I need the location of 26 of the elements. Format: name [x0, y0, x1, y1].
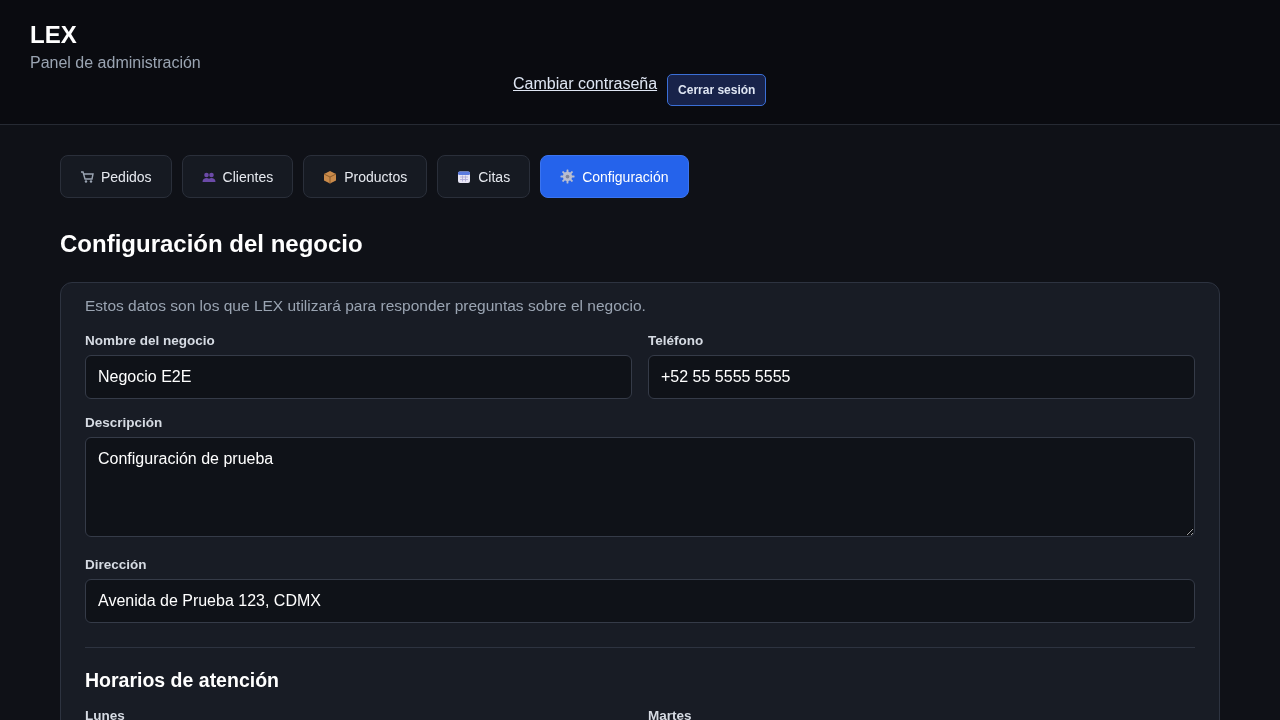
text-field[interactable]: Negocio E2E — [85, 355, 632, 399]
nav-tab[interactable]: Configuración — [540, 155, 689, 198]
cart-icon — [80, 169, 94, 184]
section-title: Horarios de atención — [85, 668, 280, 692]
change-password-link[interactable]: Cambiar contraseña — [513, 75, 658, 93]
calendar-icon — [457, 169, 472, 184]
field-label: Descripción — [85, 415, 164, 430]
day-label: Lunes — [85, 708, 126, 720]
nav-tab[interactable]: Pedidos — [60, 155, 172, 198]
nav-tab[interactable]: Productos — [303, 155, 428, 198]
intro-text: Estos datos son los que LEX utilizará para responder preguntas sobre el negocio. — [85, 297, 647, 315]
field-label: Teléfono — [648, 333, 705, 348]
description-field[interactable]: Configuración de prueba — [85, 437, 1195, 537]
logout-button[interactable]: Cerrar sesión — [667, 74, 767, 106]
text-field[interactable]: +52 55 5555 5555 — [648, 355, 1195, 399]
app-subtitle: Panel de administración — [30, 54, 202, 72]
field-label: Dirección — [85, 557, 148, 572]
nav-tab[interactable]: Clientes — [181, 155, 294, 198]
app-title: LEX — [30, 20, 78, 50]
nav-tab[interactable]: Citas — [437, 155, 531, 198]
box-icon — [323, 169, 338, 184]
text-field[interactable]: Avenida de Prueba 123, CDMX — [85, 579, 1195, 623]
page-title: Configuración del negocio — [60, 230, 364, 258]
day-label: Martes — [648, 708, 693, 720]
field-label: Nombre del negocio — [85, 333, 216, 348]
gear-icon — [560, 169, 576, 184]
